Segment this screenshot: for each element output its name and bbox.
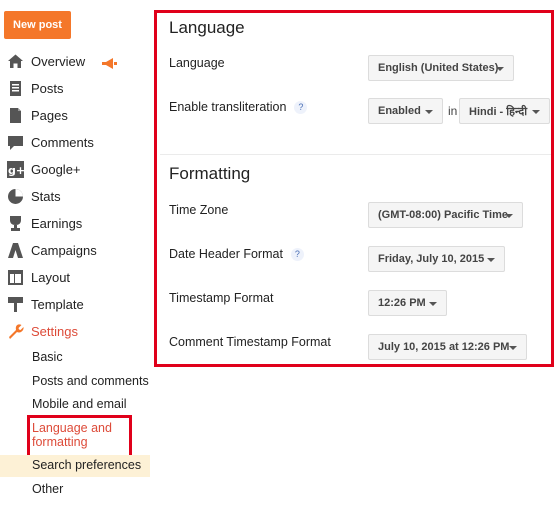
- comments-icon: [7, 134, 24, 151]
- comment-timestamp-select[interactable]: July 10, 2015 at 12:26 PM: [368, 334, 527, 360]
- chevron-down-icon: [429, 302, 437, 306]
- layout-icon: [7, 269, 24, 286]
- section-divider: [160, 154, 551, 155]
- sidebar-item-google-plus[interactable]: g+ Google+: [0, 156, 150, 183]
- timestamp-label: Timestamp Format: [169, 291, 274, 305]
- date-header-select[interactable]: Friday, July 10, 2015: [368, 246, 505, 272]
- chevron-down-icon: [532, 110, 540, 114]
- chevron-down-icon: [425, 110, 433, 114]
- sidebar-item-label: Comments: [31, 135, 94, 150]
- sidebar-item-label: Earnings: [31, 216, 83, 231]
- settings-sub-basic[interactable]: Basic: [32, 350, 63, 364]
- sidebar-item-label: Stats: [31, 189, 61, 204]
- megaphone-icon: [101, 56, 117, 74]
- transliteration-language-value: Hindi - हिन्दी: [469, 105, 528, 118]
- language-formatting-panel: Language Language English (United States…: [154, 10, 554, 367]
- in-text: in: [448, 104, 458, 118]
- help-icon[interactable]: ?: [290, 248, 304, 262]
- chevron-down-icon: [487, 258, 495, 262]
- sidebar-item-settings[interactable]: Settings: [0, 318, 150, 345]
- posts-icon: [7, 80, 24, 97]
- google-plus-icon: g+: [7, 161, 24, 178]
- stats-icon: [7, 188, 24, 205]
- settings-sub-search-preferences[interactable]: Search preferences: [32, 458, 141, 472]
- sidebar-item-pages[interactable]: Pages: [0, 102, 150, 129]
- earnings-icon: [7, 215, 24, 232]
- timestamp-select[interactable]: 12:26 PM: [368, 290, 447, 316]
- sidebar-item-label: Google+: [31, 162, 81, 177]
- sidebar-item-label: Template: [31, 297, 84, 312]
- sidebar-item-label: Pages: [31, 108, 68, 123]
- help-icon[interactable]: ?: [294, 101, 308, 115]
- timezone-select[interactable]: (GMT-08:00) Pacific Time: [368, 202, 523, 228]
- timezone-select-value: (GMT-08:00) Pacific Time: [378, 209, 509, 221]
- sidebar-item-earnings[interactable]: Earnings: [0, 210, 150, 237]
- date-header-select-value: Friday, July 10, 2015: [378, 253, 485, 265]
- formatting-section-title: Formatting: [169, 164, 251, 183]
- language-select-value: English (United States): [378, 62, 499, 74]
- transliteration-label-text: Enable transliteration: [169, 100, 287, 114]
- settings-sub-label-line1: Language and: [32, 421, 112, 435]
- sidebar-item-campaigns[interactable]: Campaigns: [0, 237, 150, 264]
- svg-text:g+: g+: [8, 164, 24, 177]
- chevron-down-icon: [509, 346, 517, 350]
- date-header-label-text: Date Header Format: [169, 247, 283, 261]
- sidebar-item-label: Posts: [31, 81, 64, 96]
- template-icon: [7, 296, 24, 313]
- transliteration-language-select[interactable]: Hindi - हिन्दी: [459, 98, 550, 124]
- timezone-label: Time Zone: [169, 203, 229, 217]
- chevron-down-icon: [496, 67, 504, 71]
- sidebar-item-label: Overview: [31, 54, 86, 69]
- language-select[interactable]: English (United States): [368, 55, 514, 81]
- timestamp-select-value: 12:26 PM: [378, 297, 426, 309]
- transliteration-select[interactable]: Enabled: [368, 98, 443, 124]
- pages-icon: [7, 107, 24, 124]
- sidebar-item-label: Layout: [31, 270, 71, 285]
- settings-sub-label-line2: formatting: [32, 435, 88, 449]
- comment-timestamp-label: Comment Timestamp Format: [169, 335, 331, 349]
- sidebar-item-label: Campaigns: [31, 243, 97, 258]
- sidebar-item-posts[interactable]: Posts: [0, 75, 150, 102]
- sidebar-item-layout[interactable]: Layout: [0, 264, 150, 291]
- wrench-icon: [7, 323, 24, 340]
- language-label: Language: [169, 56, 225, 70]
- sidebar-item-template[interactable]: Template: [0, 291, 150, 318]
- language-section-title: Language: [169, 18, 245, 37]
- sidebar: New post Overview Posts Pages Comments g…: [0, 0, 150, 509]
- comment-timestamp-select-value: July 10, 2015 at 12:26 PM: [378, 341, 510, 353]
- sidebar-item-label: Settings: [31, 324, 78, 339]
- home-icon: [7, 53, 24, 70]
- settings-sub-mobile-email[interactable]: Mobile and email: [32, 397, 127, 411]
- transliteration-label: Enable transliteration?: [169, 100, 308, 115]
- chevron-down-icon: [505, 214, 513, 218]
- transliteration-select-value: Enabled: [378, 105, 421, 117]
- settings-sub-other[interactable]: Other: [32, 482, 63, 496]
- date-header-label: Date Header Format?: [169, 247, 304, 262]
- sidebar-item-comments[interactable]: Comments: [0, 129, 150, 156]
- sidebar-item-stats[interactable]: Stats: [0, 183, 150, 210]
- sidebar-item-overview[interactable]: Overview: [0, 48, 150, 75]
- settings-sub-posts-comments[interactable]: Posts and comments: [32, 374, 149, 388]
- campaigns-icon: [7, 242, 24, 259]
- new-post-button[interactable]: New post: [4, 11, 71, 39]
